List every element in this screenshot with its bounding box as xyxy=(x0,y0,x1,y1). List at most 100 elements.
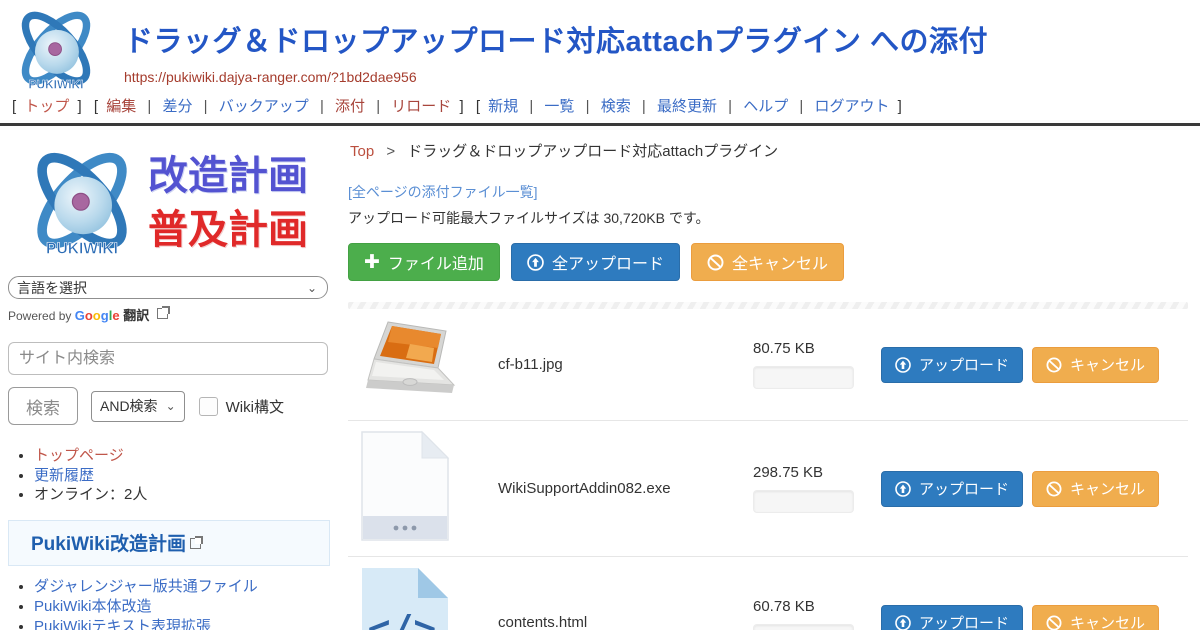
breadcrumb-separator: > xyxy=(386,143,395,160)
nav-item-top[interactable]: トップ xyxy=(24,98,69,115)
google-logo: Google xyxy=(75,308,123,323)
list-item: PukiWikiテキスト表現拡張 xyxy=(34,618,328,630)
sidebar-plugin-links: ダジャレンジャー版共通ファイル PukiWiki本体改造 PukiWikiテキス… xyxy=(34,578,328,630)
upload-all-button[interactable]: 全アップロード xyxy=(511,243,680,281)
file-row: cf-b11.jpg 80.75 KB アップロード xyxy=(348,309,1188,421)
add-file-button[interactable]: ✚ ファイル追加 xyxy=(348,243,500,281)
logo-slogan-line2: 普及計画 xyxy=(148,203,308,257)
ban-icon xyxy=(707,254,724,271)
bulk-action-buttons: ✚ ファイル追加 全アップロード 全キャンセル xyxy=(348,243,1188,281)
site-search-input[interactable] xyxy=(8,342,328,375)
upload-button[interactable]: アップロード xyxy=(881,471,1023,507)
file-name: cf-b11.jpg xyxy=(498,356,753,373)
file-name: contents.html xyxy=(498,614,753,630)
cancel-all-button[interactable]: 全キャンセル xyxy=(691,243,844,281)
breadcrumb-home-link[interactable]: Top xyxy=(350,143,374,160)
sidebar-link-toppage[interactable]: トップページ xyxy=(34,447,124,464)
sidebar-link-common-files[interactable]: ダジャレンジャー版共通ファイル xyxy=(34,578,258,595)
google-translate-attribution: Powered by Google 翻訳 xyxy=(8,305,328,324)
external-link-icon xyxy=(157,308,168,319)
upload-circle-icon xyxy=(895,357,911,373)
nav-item-recent[interactable]: 最終更新 xyxy=(657,98,717,115)
translate-link[interactable]: 翻訳 xyxy=(123,308,149,323)
chevron-down-icon: ⌄ xyxy=(166,399,176,413)
nav-separator: | xyxy=(204,98,208,115)
logo-slogan-line1: 改造計画 xyxy=(148,149,308,203)
page-url[interactable]: https://pukiwiki.dajya-ranger.com/?1bd2d… xyxy=(124,69,988,85)
upload-progress-bar xyxy=(753,624,854,630)
sidebar-section-header: PukiWiki改造計画 xyxy=(8,520,330,566)
top-navbar: [ トップ ] [ 編集 | 差分 | バックアップ | 添付 | リロード ]… xyxy=(0,92,1200,126)
nav-item-reload[interactable]: リロード xyxy=(391,98,451,115)
nav-item-attach[interactable]: 添付 xyxy=(335,98,365,115)
file-row: WikiSupportAddin082.exe 298.75 KB アップロード xyxy=(348,421,1188,557)
search-button[interactable]: 検索 xyxy=(8,387,78,425)
nav-separator: | xyxy=(376,98,380,115)
sidebar: PUKIWIKI 改造計画 普及計画 言語を選択 ⌄ Powered by Go… xyxy=(0,126,334,630)
upload-circle-icon xyxy=(527,254,544,271)
powered-by-text: Powered by xyxy=(8,309,71,323)
generic-file-icon xyxy=(358,430,452,542)
pukiwiki-atom-logo[interactable]: PUKIWIKI xyxy=(8,6,104,94)
logo-brand-text: PUKIWIKI xyxy=(29,78,84,92)
language-select-value: 言語を選択 xyxy=(17,278,87,298)
max-upload-size-text: アップロード可能最大ファイルサイズは 30,720KB です。 xyxy=(348,208,1188,228)
cancel-button[interactable]: キャンセル xyxy=(1032,347,1159,383)
nav-separator: | xyxy=(529,98,533,115)
nav-item-help[interactable]: ヘルプ xyxy=(743,98,788,115)
sidebar-link-text-ext[interactable]: PukiWikiテキスト表現拡張 xyxy=(34,618,211,630)
search-mode-select[interactable]: AND検索 ⌄ xyxy=(91,391,185,422)
external-link-icon xyxy=(190,538,201,549)
file-name: WikiSupportAddin082.exe xyxy=(498,480,753,497)
header: PUKIWIKI ドラッグ＆ドロップアップロード対応attachプラグイン への… xyxy=(0,0,1200,92)
nav-separator: | xyxy=(728,98,732,115)
section-title-link[interactable]: PukiWiki改造計画 xyxy=(31,534,186,555)
upload-button[interactable]: アップロード xyxy=(881,605,1023,630)
nav-separator: | xyxy=(642,98,646,115)
nav-bracket: ] xyxy=(898,98,902,115)
file-row: </> contents.html 60.78 KB アップロード xyxy=(348,557,1188,630)
nav-item-new[interactable]: 新規 xyxy=(488,98,518,115)
all-attachments-link[interactable]: [全ページの添付ファイル一覧] xyxy=(348,182,538,202)
nav-bracket: ] xyxy=(459,98,463,115)
language-select[interactable]: 言語を選択 ⌄ xyxy=(8,276,328,299)
list-item: オンライン：2人 xyxy=(34,486,328,504)
upload-button[interactable]: アップロード xyxy=(881,347,1023,383)
sidebar-link-recent-changes[interactable]: 更新履歴 xyxy=(34,467,94,484)
ban-icon xyxy=(1046,481,1062,497)
cancel-button[interactable]: キャンセル xyxy=(1032,471,1159,507)
cancel-button[interactable]: キャンセル xyxy=(1032,605,1159,630)
pukiwiki-page: PUKIWIKI ドラッグ＆ドロップアップロード対応attachプラグイン への… xyxy=(0,0,1200,630)
nav-item-logout[interactable]: ログアウト xyxy=(814,98,889,115)
html-code-file-icon: </> xyxy=(358,566,452,630)
breadcrumb-current: ドラッグ＆ドロップアップロード対応attachプラグイン xyxy=(407,143,778,160)
online-count: オンライン：2人 xyxy=(34,486,147,503)
ban-icon xyxy=(1046,357,1062,373)
nav-bracket: [ xyxy=(94,98,98,115)
nav-item-edit[interactable]: 編集 xyxy=(106,98,136,115)
nav-separator: | xyxy=(586,98,590,115)
pukiwiki-atom-logo: PUKIWIKI xyxy=(22,144,142,262)
sidebar-logo[interactable]: PUKIWIKI 改造計画 普及計画 xyxy=(22,144,328,262)
sidebar-link-core-mods[interactable]: PukiWiki本体改造 xyxy=(34,598,152,615)
plus-icon: ✚ xyxy=(364,253,380,272)
list-item: 更新履歴 xyxy=(34,467,328,485)
nav-item-search[interactable]: 検索 xyxy=(601,98,631,115)
logo-brand-text: PUKIWIKI xyxy=(46,240,118,257)
nav-separator: | xyxy=(147,98,151,115)
ban-icon xyxy=(1046,615,1062,630)
dropzone-stripe-divider xyxy=(348,302,1188,309)
upload-circle-icon xyxy=(895,481,911,497)
breadcrumb: Top > ドラッグ＆ドロップアップロード対応attachプラグイン xyxy=(350,140,1188,161)
nav-item-diff[interactable]: 差分 xyxy=(162,98,192,115)
nav-bracket: [ xyxy=(12,98,16,115)
upload-progress-bar xyxy=(753,366,854,389)
list-item: トップページ xyxy=(34,447,328,465)
wiki-syntax-label: Wiki構文 xyxy=(226,396,284,417)
nav-item-backup[interactable]: バックアップ xyxy=(219,98,309,115)
nav-item-list[interactable]: 一覧 xyxy=(544,98,574,115)
wiki-syntax-checkbox[interactable] xyxy=(199,397,218,416)
upload-progress-bar xyxy=(753,490,854,513)
upload-circle-icon xyxy=(895,615,911,630)
nav-separator: | xyxy=(320,98,324,115)
